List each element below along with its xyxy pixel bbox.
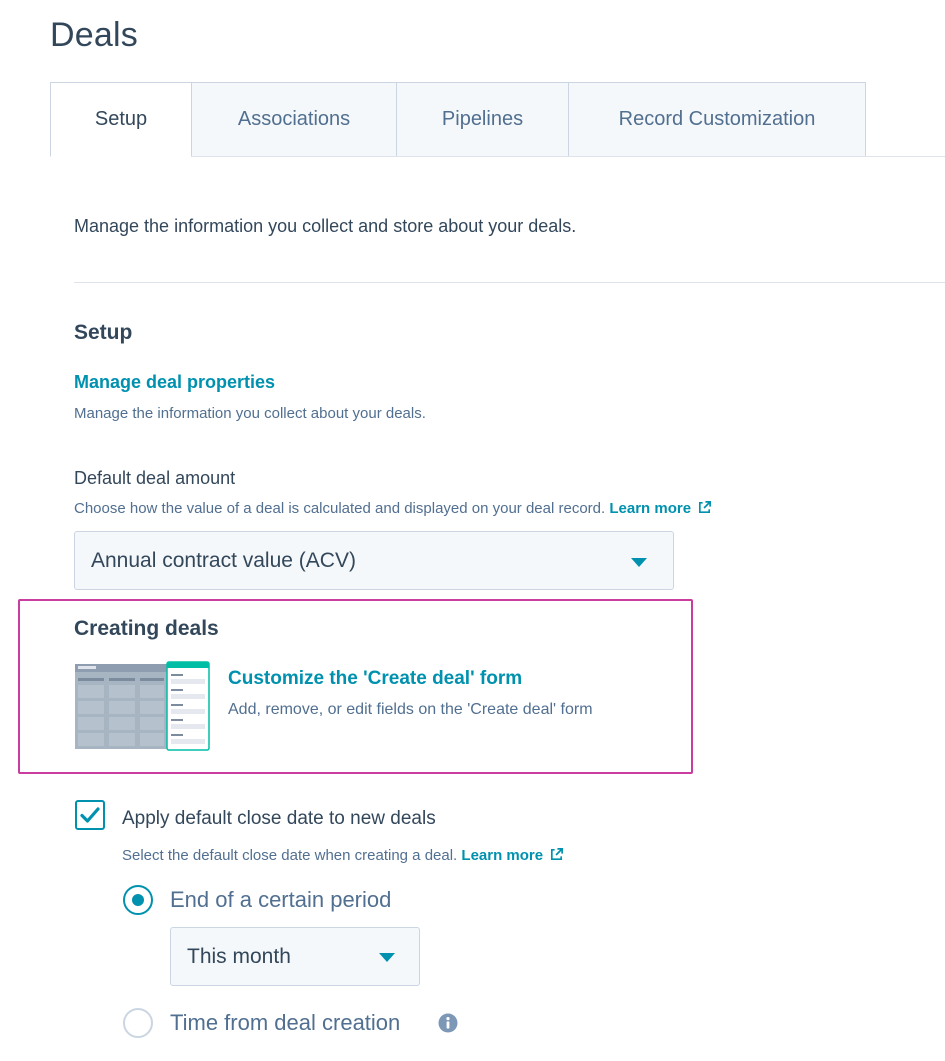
default-deal-amount-selected-value: Annual contract value (ACV) — [91, 548, 356, 572]
info-icon[interactable] — [438, 1013, 458, 1033]
end-of-period-radio[interactable] — [123, 885, 153, 915]
learn-more-label: Learn more — [609, 500, 692, 517]
customize-create-deal-form-description: Add, remove, or edit fields on the 'Crea… — [228, 701, 593, 718]
page-title: Deals — [50, 16, 138, 54]
learn-more-label: Learn more — [461, 847, 544, 864]
manage-deal-properties-link[interactable]: Manage deal properties — [74, 372, 275, 393]
section-divider — [74, 282, 945, 283]
tab-pipelines[interactable]: Pipelines — [397, 82, 569, 157]
default-deal-amount-heading: Default deal amount — [74, 468, 236, 488]
manage-deal-properties-description: Manage the information you collect about… — [74, 405, 426, 422]
tab-associations[interactable]: Associations — [192, 82, 397, 157]
external-link-icon — [551, 848, 564, 861]
external-link-icon — [699, 501, 712, 514]
default-deal-amount-description: Choose how the value of a deal is calcul… — [74, 500, 712, 517]
apply-default-close-date-label[interactable]: Apply default close date to new deals — [122, 808, 436, 830]
intro-text: Manage the information you collect and s… — [74, 216, 577, 236]
close-date-learn-more-link[interactable]: Learn more — [461, 847, 564, 864]
setup-heading: Setup — [74, 321, 133, 344]
default-amount-learn-more-link[interactable]: Learn more — [609, 500, 712, 517]
chevron-down-icon — [379, 953, 395, 962]
default-close-date-description: Select the default close date when creat… — [122, 847, 564, 864]
period-select[interactable]: This month — [170, 927, 420, 986]
tabs-baseline — [191, 156, 945, 157]
end-of-period-label[interactable]: End of a certain period — [170, 887, 391, 913]
tab-setup[interactable]: Setup — [50, 82, 192, 157]
default-close-date-description-text: Select the default close date when creat… — [122, 847, 458, 864]
period-selected-value: This month — [187, 944, 291, 968]
creating-deals-heading: Creating deals — [74, 617, 219, 640]
checkmark-icon — [80, 807, 100, 823]
default-deal-amount-description-text: Choose how the value of a deal is calcul… — [74, 500, 606, 517]
time-from-creation-label[interactable]: Time from deal creation — [170, 1010, 400, 1036]
chevron-down-icon — [631, 558, 647, 567]
default-deal-amount-select[interactable]: Annual contract value (ACV) — [74, 531, 674, 590]
apply-default-close-date-checkbox[interactable] — [75, 800, 105, 830]
create-deal-form-preview-image — [75, 661, 210, 751]
tab-bar: Setup Associations Pipelines Record Cust… — [50, 82, 866, 157]
time-from-creation-radio[interactable] — [123, 1008, 153, 1038]
tab-record-customization[interactable]: Record Customization — [569, 82, 866, 157]
customize-create-deal-form-link[interactable]: Customize the 'Create deal' form — [228, 668, 522, 690]
